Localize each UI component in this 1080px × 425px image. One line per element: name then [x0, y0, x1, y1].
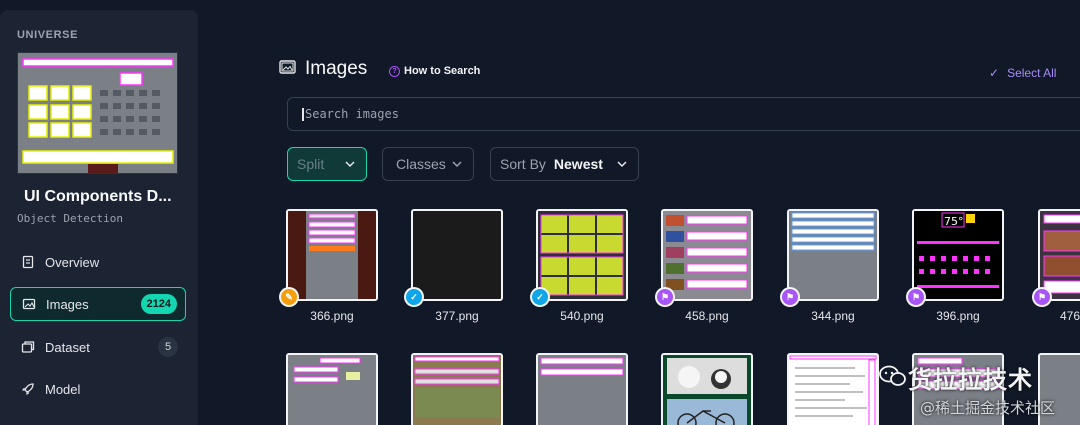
image-thumbnail — [538, 355, 626, 425]
sidebar-item-label: Dataset — [45, 339, 90, 355]
project-title[interactable]: UI Components D... — [24, 188, 172, 206]
image-card[interactable] — [536, 209, 628, 301]
image-card[interactable] — [286, 353, 378, 425]
split-filter-dropdown[interactable]: Split — [287, 147, 367, 181]
image-card[interactable] — [286, 209, 378, 301]
sort-by-dropdown[interactable]: Sort By Newest — [490, 147, 639, 181]
sort-by-label: Sort By — [500, 156, 546, 172]
document-icon — [20, 254, 36, 270]
image-thumbnail — [663, 211, 751, 299]
running-status-icon: ⚑ — [780, 287, 800, 307]
sidebar-item-overview[interactable]: Overview — [10, 245, 186, 279]
how-to-search-label: How to Search — [404, 65, 481, 77]
chevron-down-icon — [452, 161, 462, 168]
image-filename: 540.png — [560, 309, 604, 323]
image-thumbnail — [413, 355, 501, 425]
image-thumbnail — [789, 355, 877, 425]
split-filter-label: Split — [297, 156, 325, 172]
question-icon: ? — [389, 65, 400, 77]
sidebar-item-label: Images — [46, 296, 89, 312]
sidebar-item-label: Overview — [45, 254, 100, 270]
image-card[interactable] — [661, 353, 753, 425]
image-card[interactable]: 75° — [912, 209, 1004, 301]
image-filename: 396.png — [936, 309, 980, 323]
image-filename: 366.png — [310, 309, 354, 323]
image-thumbnail: 75° — [914, 211, 1002, 299]
image-thumbnail — [1040, 211, 1080, 299]
watermark: 货拉拉技术 — [878, 360, 1033, 395]
images-icon — [279, 59, 297, 80]
chevron-down-icon — [617, 161, 627, 168]
running-status-icon: ⚑ — [1032, 287, 1052, 307]
image-thumbnail — [538, 211, 626, 299]
image-card[interactable] — [411, 209, 503, 301]
select-all-button[interactable]: ✓ Select All — [989, 66, 1056, 80]
verified-status-icon: ✓ — [404, 287, 424, 307]
image-thumbnail — [288, 211, 376, 299]
sidebar-item-images[interactable]: Images 2124 — [10, 287, 186, 321]
image-thumbnail — [789, 211, 877, 299]
running-status-icon: ⚑ — [655, 287, 675, 307]
image-thumbnail — [663, 355, 751, 425]
image-filename: 377.png — [435, 309, 479, 323]
watermark-subtitle: @稀土掘金技术社区 — [920, 399, 1056, 417]
how-to-search-link[interactable]: ? How to Search — [389, 65, 480, 77]
image-card[interactable] — [411, 353, 503, 425]
project-type: Object Detection — [17, 212, 123, 225]
image-filename: 476 — [1060, 309, 1080, 323]
search-input[interactable] — [305, 107, 1065, 121]
rocket-icon — [20, 381, 36, 397]
dataset-icon — [20, 339, 36, 355]
image-card[interactable] — [787, 209, 879, 301]
check-icon: ✓ — [989, 66, 1000, 80]
select-all-label: Select All — [1007, 66, 1057, 80]
watermark-title: 货拉拉技术 — [908, 366, 1033, 394]
wechat-icon — [878, 364, 908, 392]
sidebar-item-model[interactable]: Model — [10, 372, 186, 406]
text-caret — [302, 107, 304, 121]
weather-temp: 75° — [944, 215, 964, 228]
classes-filter-label: Classes — [396, 156, 446, 172]
image-thumbnail — [288, 355, 376, 425]
page-header: Images — [279, 58, 367, 80]
image-card[interactable] — [536, 353, 628, 425]
images-icon — [21, 296, 37, 312]
sidebar-item-dataset[interactable]: Dataset 5 — [10, 330, 186, 364]
sidebar-item-label: Model — [45, 381, 81, 397]
workspace-label: UNIVERSE — [17, 29, 79, 41]
image-card[interactable] — [787, 353, 879, 425]
image-card[interactable] — [661, 209, 753, 301]
chevron-down-icon — [345, 161, 355, 168]
image-filename: 344.png — [811, 309, 855, 323]
search-bar[interactable] — [287, 97, 1080, 131]
image-filename: 458.png — [685, 309, 729, 323]
verified-status-icon: ✓ — [530, 287, 550, 307]
project-thumbnail-art — [18, 53, 177, 173]
dataset-count-badge: 5 — [158, 337, 178, 357]
project-thumbnail[interactable] — [17, 52, 178, 174]
classes-filter-dropdown[interactable]: Classes — [382, 147, 474, 181]
sidebar: UNIVERSE UI Components D... Object Detec… — [0, 10, 198, 425]
running-status-icon: ⚑ — [906, 287, 926, 307]
images-count-badge: 2124 — [140, 294, 177, 314]
page-title: Images — [305, 58, 368, 79]
annotate-status-icon: ✎ — [279, 287, 299, 307]
sort-by-value: Newest — [553, 156, 603, 172]
